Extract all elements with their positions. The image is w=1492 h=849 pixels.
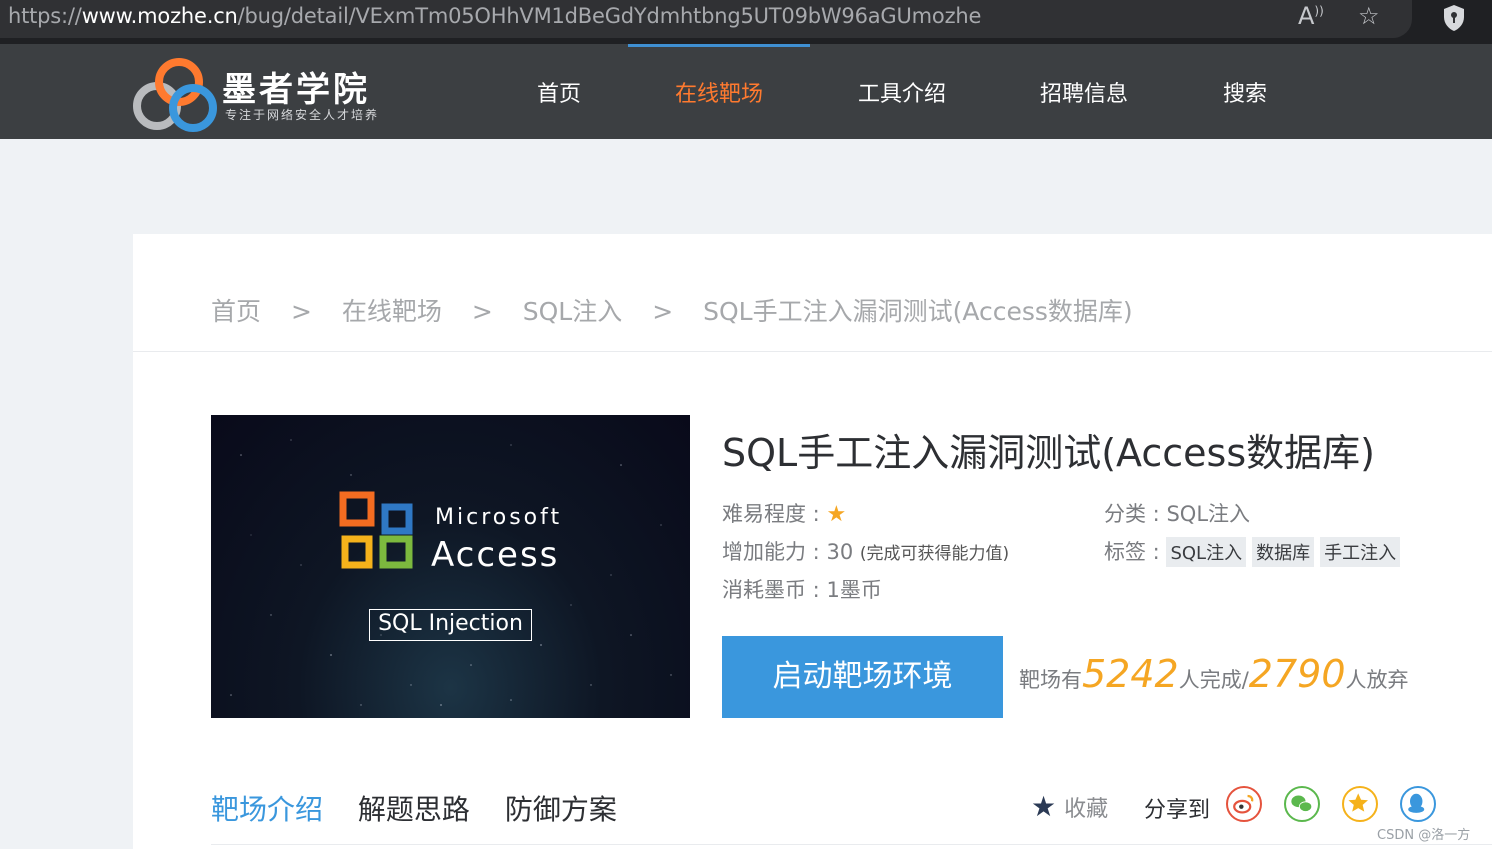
breadcrumb-separator: > (471, 297, 493, 326)
challenge-title: SQL手工注入漏洞测试(Access数据库) (722, 431, 1375, 475)
difficulty-row: 难易程度 : ★ (722, 498, 846, 528)
favorite-label: 收藏 (1064, 797, 1109, 822)
breadcrumb-separator: > (652, 297, 674, 326)
favorite-button[interactable]: ★ 收藏 (1031, 790, 1108, 823)
abandoned-suffix: 人放弃 (1345, 668, 1409, 692)
tag-sql-injection[interactable]: SQL注入 (1166, 537, 1247, 567)
breadcrumb-home[interactable]: 首页 (211, 297, 261, 326)
ability-value: 30 (826, 540, 854, 564)
completed-suffix: 人完成/ (1178, 668, 1249, 692)
logo-subtitle: 专注于网络安全人才培养 (225, 108, 380, 122)
ability-label: 增加能力 : (722, 540, 820, 564)
abandoned-count: 2790 (1248, 652, 1346, 696)
tab-defense[interactable]: 防御方案 (505, 793, 617, 826)
category-row: 分类 : SQL注入 (1104, 498, 1250, 528)
ability-note: (完成可获得能力值) (859, 544, 1010, 564)
category-label: 分类 : (1104, 502, 1160, 526)
address-bar[interactable]: https://www.mozhe.cn/bug/detail/VExmTm05… (0, 0, 1412, 38)
office-access-logo-icon (339, 491, 413, 569)
qzone-icon[interactable] (1342, 786, 1378, 822)
nav-tools[interactable]: 工具介绍 (858, 76, 946, 108)
stats-prefix: 靶场有 (1019, 668, 1082, 692)
breadcrumb: 首页 > 在线靶场 > SQL注入 > SQL手工注入漏洞测试(Access数据… (211, 292, 1151, 328)
cover-brand: Microsoft (435, 505, 563, 530)
shield-icon[interactable] (1442, 4, 1466, 32)
breadcrumb-sql-injection[interactable]: SQL注入 (523, 297, 622, 326)
nav-home[interactable]: 首页 (537, 76, 581, 108)
cost-value: 1墨币 (826, 578, 882, 602)
breadcrumb-current: SQL手工注入漏洞测试(Access数据库) (703, 297, 1133, 326)
weibo-icon[interactable] (1226, 786, 1262, 822)
read-aloud-icon[interactable]: A)) (1298, 2, 1324, 30)
share-label: 分享到 (1144, 798, 1211, 823)
breadcrumb-online-range[interactable]: 在线靶场 (342, 297, 442, 326)
tabs-divider (211, 844, 1492, 845)
breadcrumb-divider (133, 351, 1492, 352)
cover-product: Access (431, 535, 560, 575)
url-text[interactable]: https://www.mozhe.cn/bug/detail/VExmTm05… (8, 4, 981, 28)
tag-manual-injection[interactable]: 手工注入 (1320, 537, 1401, 567)
tab-solution[interactable]: 解题思路 (358, 793, 470, 826)
detail-card: 首页 > 在线靶场 > SQL注入 > SQL手工注入漏洞测试(Access数据… (133, 234, 1492, 849)
browser-toolbar: https://www.mozhe.cn/bug/detail/VExmTm05… (0, 0, 1492, 44)
mozhe-logo-icon[interactable] (133, 52, 223, 134)
nav-search[interactable]: 搜索 (1223, 76, 1267, 108)
category-value[interactable]: SQL注入 (1166, 502, 1250, 526)
difficulty-label: 难易程度 : (722, 502, 820, 526)
cover-caption: SQL Injection (369, 609, 532, 641)
logo-title: 墨者学院 (222, 70, 370, 110)
cost-label: 消耗墨币 : (722, 578, 820, 602)
site-navbar: 墨者学院 专注于网络安全人才培养 首页 在线靶场 工具介绍 招聘信息 搜索 (0, 44, 1492, 139)
nav-jobs[interactable]: 招聘信息 (1040, 76, 1128, 108)
completed-count: 5242 (1082, 652, 1179, 696)
ability-row: 增加能力 : 30 (完成可获得能力值) (722, 536, 1009, 566)
difficulty-star-icon: ★ (826, 502, 847, 527)
qq-icon[interactable] (1400, 786, 1436, 822)
cost-row: 消耗墨币 : 1墨币 (722, 574, 882, 604)
tag-database[interactable]: 数据库 (1252, 537, 1315, 567)
nav-online-range[interactable]: 在线靶场 (675, 76, 763, 108)
watermark: CSDN @洛一方 (1377, 828, 1471, 843)
nav-active-indicator (628, 44, 810, 47)
range-stats: 靶场有5242人完成/2790人放弃 (1019, 652, 1409, 696)
cover-image: Microsoft Access SQL Injection (211, 415, 690, 718)
star-filled-icon: ★ (1031, 790, 1057, 823)
tags-label: 标签 : (1104, 540, 1160, 564)
detail-tabs: 靶场介绍 解题思路 防御方案 (211, 788, 643, 828)
tab-intro[interactable]: 靶场介绍 (211, 793, 323, 826)
breadcrumb-separator: > (290, 297, 312, 326)
star-outline-icon[interactable]: ☆ (1358, 2, 1380, 30)
wechat-icon[interactable] (1284, 786, 1320, 822)
tags-row: 标签 : SQL注入 数据库 手工注入 (1104, 536, 1406, 567)
start-range-button[interactable]: 启动靶场环境 (722, 636, 1003, 718)
